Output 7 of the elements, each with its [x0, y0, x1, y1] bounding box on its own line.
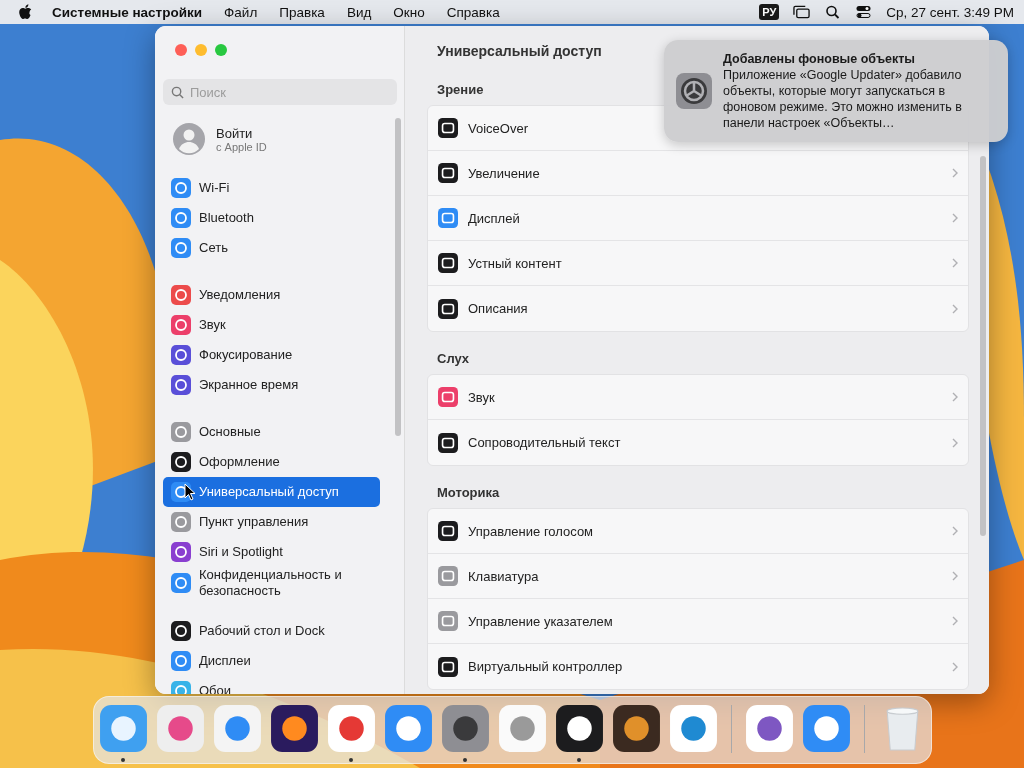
notification-message: Приложение «Google Updater» добавило объекты, которые могут запускаться в фоновом режиме. Это можно изменить в панели настроек «Объекты…: [723, 67, 963, 131]
section-heading: Слух: [437, 351, 470, 366]
account-subtitle: с Apple ID: [216, 140, 267, 153]
notification-title: Добавлены фоновые объекты: [723, 51, 916, 67]
section-heading: Зрение: [437, 82, 484, 97]
section-heading: Моторика: [437, 485, 500, 500]
window-title: Универсальный доступ: [437, 43, 602, 61]
